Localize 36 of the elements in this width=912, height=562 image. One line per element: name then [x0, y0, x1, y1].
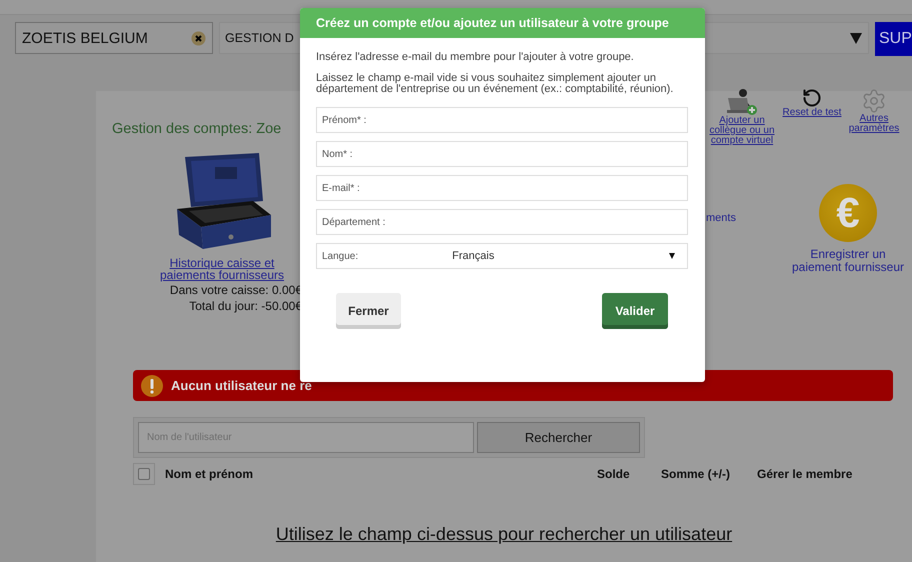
day-total: Total du jour: -50.00€	[189, 299, 302, 313]
warning-icon	[141, 374, 163, 396]
submit-button[interactable]: Valider	[602, 293, 668, 329]
text-field[interactable]: Nom* :	[316, 141, 688, 167]
user-laptop-icon	[725, 88, 759, 116]
search-button[interactable]: Rechercher	[477, 422, 640, 453]
settings-icon	[861, 88, 887, 114]
caret-icon	[669, 253, 675, 259]
text-field[interactable]: E-mail* :	[316, 175, 688, 201]
add-user-link[interactable]: Ajouter un collègue ou un compte virtuel	[706, 88, 778, 146]
column-header: Somme (+/-)	[661, 467, 732, 481]
sup-button[interactable]: SUP	[875, 22, 912, 56]
reset-link[interactable]: Reset de test	[782, 88, 842, 118]
supplier-payment-link[interactable]: Enregistrer un paiement fournisseur	[784, 248, 912, 274]
dialog-title: Créez un compte et/ou ajoutez un utilisateur à votre groupe	[300, 8, 705, 38]
column-header: Solde	[597, 467, 631, 481]
search-hint: Utilisez le champ ci-dessus pour rechercher un utilisateur	[276, 524, 732, 545]
column-header: Gérer le membre	[757, 467, 854, 481]
settings-link[interactable]: Autres paramètres	[846, 88, 902, 134]
alert-text: Aucun utilisateur ne re	[171, 378, 312, 393]
payments-link[interactable]: ments	[706, 212, 736, 274]
cash-history-link[interactable]: Historique caisse et paiements fournisseurs	[142, 257, 302, 281]
note-text: Laissez le champ e-mail vide si vous souhaitez simplement ajouter un département de l'entreprise ou un événement (ex.: comptabilité, réunion).	[316, 73, 674, 95]
column-header: Nom et prénom	[165, 467, 254, 481]
intro-text: Insérez l'adresse e-mail du membre pour l'ajouter à votre groupe.	[316, 52, 635, 63]
text-field[interactable]: Prénom* :	[316, 107, 688, 133]
select-all-checkbox[interactable]	[133, 463, 155, 485]
close-button[interactable]: Fermer	[336, 293, 401, 329]
clear-icon[interactable]	[191, 30, 206, 46]
language-select[interactable]: Langue: Français	[316, 243, 688, 269]
text-field[interactable]: Département :	[316, 209, 688, 235]
reset-icon	[802, 88, 822, 108]
cash-balance: Dans votre caisse: 0.00€	[170, 283, 302, 297]
company-field[interactable]: ZOETIS BELGIUM	[15, 22, 213, 54]
page-title: Gestion des comptes: Zoe	[112, 121, 282, 137]
caret-icon	[850, 32, 862, 44]
